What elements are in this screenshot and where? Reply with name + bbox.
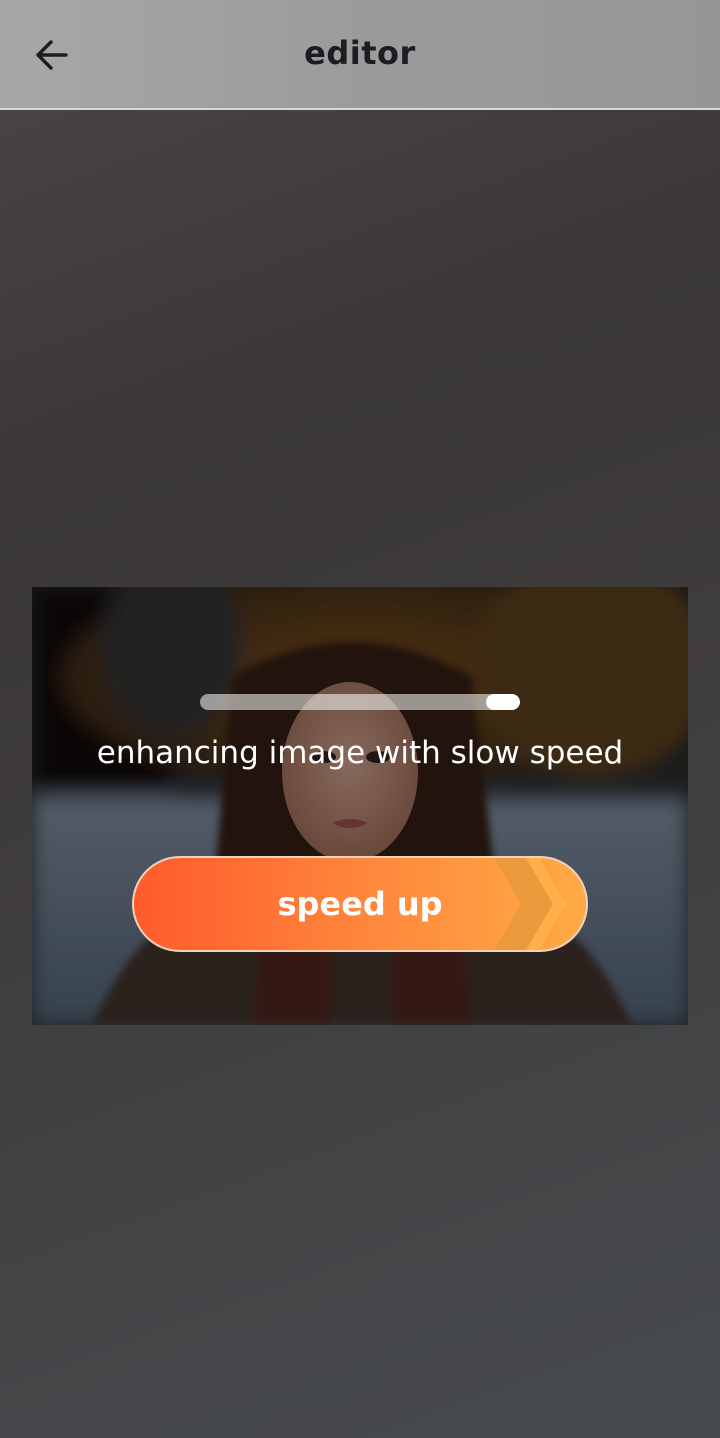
image-preview: enhancing image with slow speed speed up: [32, 587, 688, 1025]
status-text: enhancing image with slow speed: [96, 735, 624, 771]
editor-screen: editor enhancing image with slow speed s…: [0, 0, 720, 1438]
dim-overlay: [32, 587, 688, 1025]
speed-up-label: speed up: [277, 885, 443, 923]
progress-bar: [200, 694, 520, 710]
page-title: editor: [304, 34, 416, 72]
speed-up-button[interactable]: speed up: [132, 856, 588, 952]
app-bar: editor: [0, 0, 720, 110]
progress-fill: [486, 694, 520, 710]
